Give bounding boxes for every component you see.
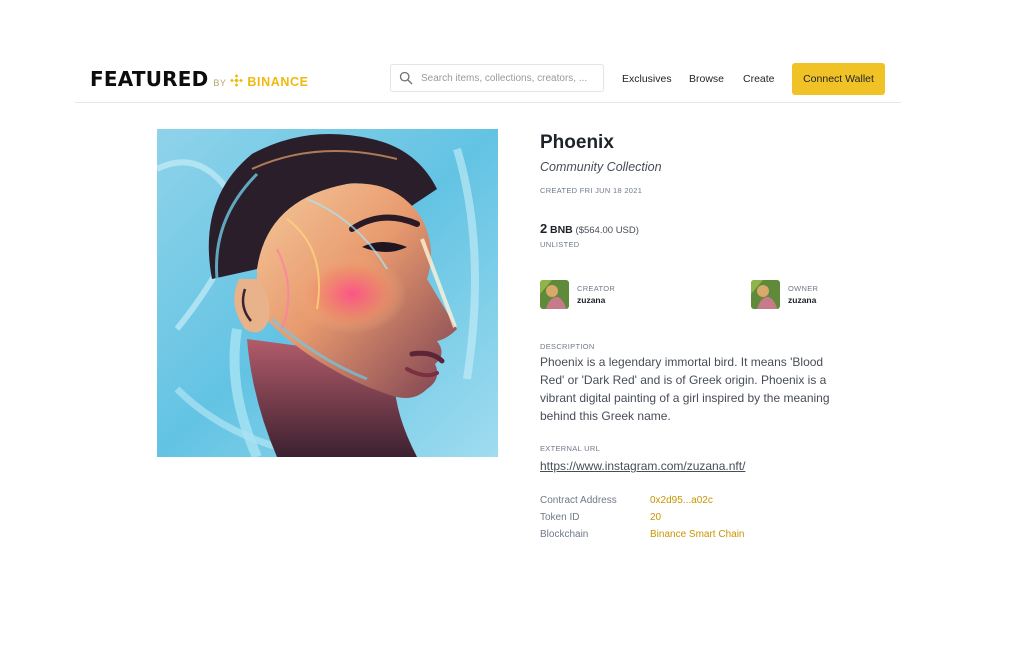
site-logo[interactable]: FEATURED BY BINANCE: [90, 67, 309, 91]
nav-create[interactable]: Create: [743, 73, 775, 85]
top-header: FEATURED BY BINANCE Exclusives Browse Cr…: [75, 56, 901, 103]
creator-label: CREATOR: [577, 284, 616, 293]
owner-label: OWNER: [788, 284, 819, 293]
contract-address-label: Contract Address: [540, 495, 617, 506]
nft-artwork-image[interactable]: [157, 129, 498, 457]
search-icon: [399, 71, 413, 85]
binance-logo-icon: [230, 74, 244, 87]
logo-binance-text: BINANCE: [247, 75, 309, 89]
portrait-painting-image: [157, 129, 498, 457]
owner-profile[interactable]: OWNER zuzana: [751, 280, 818, 309]
avatar[interactable]: [540, 280, 569, 309]
logo-by-text: BY: [213, 78, 227, 88]
contract-address-value[interactable]: 0x2d95...a02c: [650, 495, 713, 506]
external-url-link[interactable]: https://www.instagram.com/zuzana.nft/: [540, 459, 745, 473]
blockchain-label: Blockchain: [540, 529, 589, 540]
description-text: Phoenix is a legendary immortal bird. It…: [540, 355, 830, 423]
price-currency: BNB: [550, 224, 573, 236]
creator-info: CREATOR zuzana: [577, 284, 615, 305]
created-date: CREATED FRI JUN 18 2021: [540, 186, 643, 195]
connect-wallet-button[interactable]: Connect Wallet: [792, 63, 885, 95]
token-id-label: Token ID: [540, 512, 580, 523]
owner-name[interactable]: zuzana: [788, 295, 818, 305]
blockchain-value: Binance Smart Chain: [650, 529, 745, 540]
price-amount: 2: [540, 221, 548, 236]
price-usd: ($564.00 USD): [575, 225, 639, 236]
listing-status: UNLISTED: [540, 240, 580, 249]
search-box[interactable]: [390, 64, 604, 92]
nft-title: Phoenix: [540, 132, 614, 153]
token-id-value: 20: [650, 512, 662, 523]
avatar[interactable]: [751, 280, 780, 309]
owner-info: OWNER zuzana: [788, 284, 818, 305]
logo-featured-text: FEATURED: [90, 67, 209, 91]
nav-browse[interactable]: Browse: [689, 73, 724, 85]
price: 2 BNB ($564.00 USD): [540, 221, 639, 236]
creator-name[interactable]: zuzana: [577, 295, 615, 305]
creator-profile[interactable]: CREATOR zuzana: [540, 280, 615, 309]
nav-exclusives[interactable]: Exclusives: [622, 73, 672, 85]
description-label: DESCRIPTION: [540, 342, 595, 351]
collection-name[interactable]: Community Collection: [540, 160, 662, 174]
external-url-label: EXTERNAL URL: [540, 444, 601, 453]
search-input[interactable]: [421, 72, 596, 84]
